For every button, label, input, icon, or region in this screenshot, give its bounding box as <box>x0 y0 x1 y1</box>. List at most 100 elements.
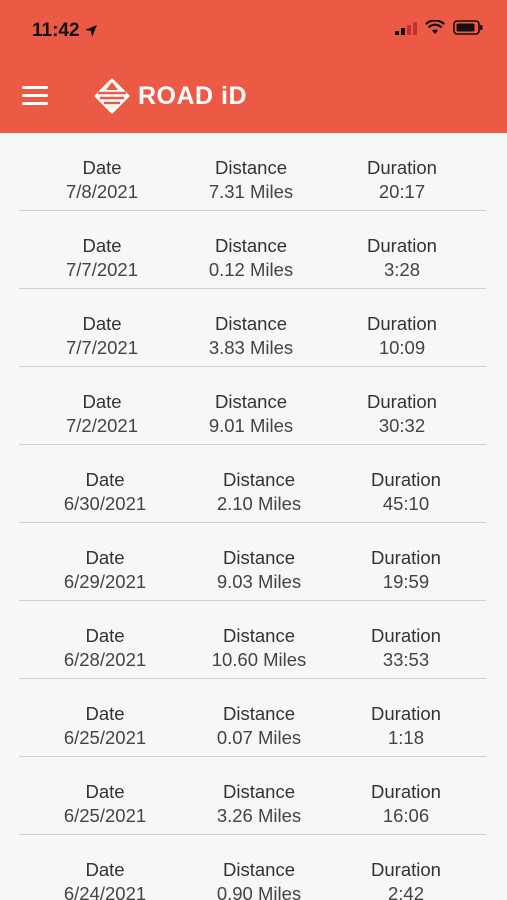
date-column: Date 7/7/2021 <box>66 312 138 360</box>
activity-row[interactable]: Date 7/8/2021 Distance 7.31 Miles Duration 20… <box>19 133 486 211</box>
distance-value: 0.90 Miles <box>216 883 302 900</box>
date-value: 6/28/2021 <box>63 649 147 670</box>
duration-column: Duration 1:18 <box>371 702 441 750</box>
duration-column: Duration 30:32 <box>367 390 437 438</box>
time-text: 11:42 <box>32 20 80 41</box>
duration-label: Duration <box>371 781 441 802</box>
date-value: 7/7/2021 <box>65 259 139 280</box>
date-column: Date 7/8/2021 <box>66 156 138 204</box>
hamburger-menu-icon[interactable] <box>22 86 48 108</box>
duration-value: 20:17 <box>378 181 426 202</box>
date-label: Date <box>85 859 125 880</box>
date-column: Date 6/25/2021 <box>64 702 146 750</box>
distance-label: Distance <box>223 469 295 490</box>
activity-row[interactable]: Date 6/24/2021 Distance 0.90 Miles Duration 2… <box>19 835 486 900</box>
wifi-icon <box>425 20 445 34</box>
distance-column: Distance 0.07 Miles <box>217 702 301 750</box>
date-label: Date <box>82 313 122 334</box>
distance-column: Distance 0.12 Miles <box>209 234 293 282</box>
date-value: 6/24/2021 <box>63 883 147 900</box>
distance-column: Distance 7.31 Miles <box>209 156 293 204</box>
distance-column: Distance 3.26 Miles <box>217 780 301 828</box>
date-value: 6/25/2021 <box>63 805 147 826</box>
activity-row[interactable]: Date 6/28/2021 Distance 10.60 Miles Duration… <box>19 601 486 679</box>
date-column: Date 7/7/2021 <box>66 234 138 282</box>
activity-row[interactable]: Date 6/25/2021 Distance 3.26 Miles Duration 1… <box>19 757 486 835</box>
distance-column: Distance 9.03 Miles <box>217 546 301 594</box>
distance-value: 7.31 Miles <box>208 181 294 202</box>
logo-text: ROAD iD <box>138 81 248 110</box>
activity-row[interactable]: Date 6/29/2021 Distance 9.03 Miles Duration 1… <box>19 523 486 601</box>
app-header: 11:42 ROAD iD <box>0 0 507 133</box>
distance-value: 2.10 Miles <box>216 493 302 514</box>
distance-label: Distance <box>223 859 295 880</box>
duration-column: Duration 16:06 <box>371 780 441 828</box>
duration-label: Duration <box>371 469 441 490</box>
date-label: Date <box>82 391 122 412</box>
duration-value: 30:32 <box>378 415 426 436</box>
distance-label: Distance <box>215 391 287 412</box>
duration-column: Duration 20:17 <box>367 156 437 204</box>
activity-row[interactable]: Date 7/7/2021 Distance 0.12 Miles Duration 3:… <box>19 211 486 289</box>
activity-row[interactable]: Date 6/30/2021 Distance 2.10 Miles Duration 4… <box>19 445 486 523</box>
distance-label: Distance <box>215 235 287 256</box>
date-value: 7/8/2021 <box>65 181 139 202</box>
duration-label: Duration <box>367 157 437 178</box>
duration-column: Duration 10:09 <box>367 312 437 360</box>
date-column: Date 7/2/2021 <box>66 390 138 438</box>
duration-value: 45:10 <box>382 493 430 514</box>
date-value: 7/7/2021 <box>65 337 139 358</box>
date-column: Date 6/28/2021 <box>64 624 146 672</box>
date-value: 7/2/2021 <box>65 415 139 436</box>
distance-label: Distance <box>223 703 295 724</box>
duration-column: Duration 33:53 <box>371 624 441 672</box>
duration-label: Duration <box>371 547 441 568</box>
date-label: Date <box>85 703 125 724</box>
status-time: 11:42 <box>32 20 98 42</box>
duration-column: Duration 3:28 <box>367 234 437 282</box>
date-label: Date <box>85 781 125 802</box>
distance-column: Distance 0.90 Miles <box>217 858 301 900</box>
duration-label: Duration <box>371 703 441 724</box>
date-column: Date 6/24/2021 <box>64 858 146 900</box>
road-id-logo: ROAD iD <box>92 76 247 116</box>
distance-label: Distance <box>223 625 295 646</box>
duration-column: Duration 2:42 <box>371 858 441 900</box>
distance-value: 0.07 Miles <box>216 727 302 748</box>
distance-value: 3.83 Miles <box>208 337 294 358</box>
status-bar: 11:42 <box>0 0 507 62</box>
date-label: Date <box>82 157 122 178</box>
duration-value: 1:18 <box>387 727 424 748</box>
duration-value: 10:09 <box>378 337 426 358</box>
date-value: 6/29/2021 <box>63 571 147 592</box>
date-column: Date 6/29/2021 <box>64 546 146 594</box>
duration-value: 33:53 <box>382 649 430 670</box>
date-value: 6/30/2021 <box>63 493 147 514</box>
duration-label: Duration <box>367 391 437 412</box>
duration-label: Duration <box>367 313 437 334</box>
duration-column: Duration 19:59 <box>371 546 441 594</box>
activity-row[interactable]: Date 6/25/2021 Distance 0.07 Miles Duration 1… <box>19 679 486 757</box>
status-icons <box>395 20 483 35</box>
distance-value: 10.60 Miles <box>211 649 307 670</box>
battery-icon <box>453 20 483 35</box>
date-label: Date <box>85 547 125 568</box>
distance-value: 0.12 Miles <box>208 259 294 280</box>
distance-column: Distance 2.10 Miles <box>217 468 301 516</box>
activity-list[interactable]: Date 7/8/2021 Distance 7.31 Miles Duration 20… <box>0 133 507 900</box>
distance-label: Distance <box>223 547 295 568</box>
distance-column: Distance 9.01 Miles <box>209 390 293 438</box>
duration-label: Duration <box>371 859 441 880</box>
distance-column: Distance 10.60 Miles <box>212 624 307 672</box>
activity-row[interactable]: Date 7/2/2021 Distance 9.01 Miles Duration 30… <box>19 367 486 445</box>
duration-label: Duration <box>371 625 441 646</box>
date-label: Date <box>82 235 122 256</box>
duration-value: 2:42 <box>387 883 424 900</box>
date-label: Date <box>85 625 125 646</box>
activity-row[interactable]: Date 7/7/2021 Distance 3.83 Miles Duration 10… <box>19 289 486 367</box>
distance-label: Distance <box>223 781 295 802</box>
duration-value: 3:28 <box>383 259 420 280</box>
date-column: Date 6/30/2021 <box>64 468 146 516</box>
duration-label: Duration <box>367 235 437 256</box>
distance-label: Distance <box>215 157 287 178</box>
